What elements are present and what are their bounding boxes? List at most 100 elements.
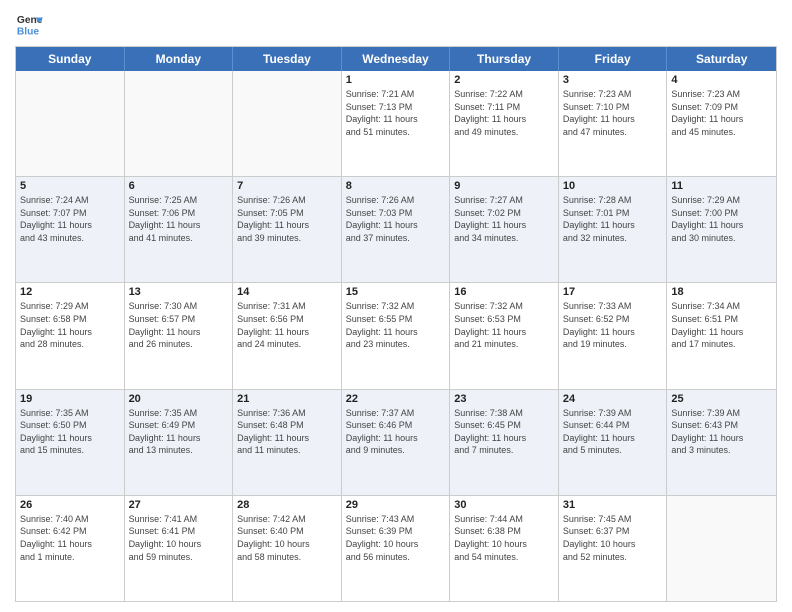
day-number: 16: [454, 286, 554, 298]
day-number: 4: [671, 74, 772, 86]
cal-cell-w1d2: 7 Sunrise: 7:26 AM Sunset: 7:05 PM Daylig…: [233, 177, 342, 282]
cal-cell-w3d0: 19Sunrise: 7:35 AM Sunset: 6:50 PM Dayli…: [16, 390, 125, 495]
cal-cell-w2d5: 17 Sunrise: 7:33 AM Sunset: 6:52 PM Dayli…: [559, 283, 668, 388]
day-number: 27: [129, 499, 229, 511]
day-number: 12: [20, 286, 120, 298]
day-number: 8: [346, 180, 446, 192]
day-number: 18: [671, 286, 772, 298]
day-number: 9: [454, 180, 554, 192]
cal-cell-w1d4: 9Sunrise: 7:27 AM Sunset: 7:02 PM Daylig…: [450, 177, 559, 282]
header-cell-wednesday: Wednesday: [342, 47, 451, 71]
cal-cell-w1d1: 6 Sunrise: 7:25 AM Sunset: 7:06 PM Daylig…: [125, 177, 234, 282]
day-info: Sunrise: 7:45 AM Sunset: 6:37 PM Dayligh…: [563, 513, 663, 563]
day-info: Sunrise: 7:31 AM Sunset: 6:56 PM Dayligh…: [237, 300, 337, 350]
day-number: 31: [563, 499, 663, 511]
cal-cell-w4d4: 30 Sunrise: 7:44 AM Sunset: 6:38 PM Dayli…: [450, 496, 559, 601]
cal-cell-w0d2: [233, 71, 342, 176]
week-row-3: 19Sunrise: 7:35 AM Sunset: 6:50 PM Dayli…: [16, 390, 776, 496]
cal-cell-w2d4: 16 Sunrise: 7:32 AM Sunset: 6:53 PM Dayli…: [450, 283, 559, 388]
day-number: 5: [20, 180, 120, 192]
cal-cell-w4d2: 28 Sunrise: 7:42 AM Sunset: 6:40 PM Dayli…: [233, 496, 342, 601]
page: General Blue SundayMondayTuesdayWednesda…: [0, 0, 792, 612]
day-info: Sunrise: 7:35 AM Sunset: 6:49 PM Dayligh…: [129, 407, 229, 457]
svg-text:Blue: Blue: [17, 26, 40, 37]
day-number: 25: [671, 393, 772, 405]
cal-cell-w4d1: 27Sunrise: 7:41 AM Sunset: 6:41 PM Dayli…: [125, 496, 234, 601]
cal-cell-w4d0: 26Sunrise: 7:40 AM Sunset: 6:42 PM Dayli…: [16, 496, 125, 601]
header-cell-thursday: Thursday: [450, 47, 559, 71]
day-number: 22: [346, 393, 446, 405]
week-row-2: 12Sunrise: 7:29 AM Sunset: 6:58 PM Dayli…: [16, 283, 776, 389]
cal-cell-w3d3: 22 Sunrise: 7:37 AM Sunset: 6:46 PM Dayli…: [342, 390, 451, 495]
day-info: Sunrise: 7:30 AM Sunset: 6:57 PM Dayligh…: [129, 300, 229, 350]
day-number: 1: [346, 74, 446, 86]
day-info: Sunrise: 7:37 AM Sunset: 6:46 PM Dayligh…: [346, 407, 446, 457]
day-info: Sunrise: 7:26 AM Sunset: 7:03 PM Dayligh…: [346, 194, 446, 244]
header-cell-friday: Friday: [559, 47, 668, 71]
logo: General Blue: [15, 10, 43, 38]
cal-cell-w4d6: [667, 496, 776, 601]
cal-cell-w1d5: 10 Sunrise: 7:28 AM Sunset: 7:01 PM Dayli…: [559, 177, 668, 282]
cal-cell-w4d5: 31 Sunrise: 7:45 AM Sunset: 6:37 PM Dayli…: [559, 496, 668, 601]
day-info: Sunrise: 7:36 AM Sunset: 6:48 PM Dayligh…: [237, 407, 337, 457]
header-cell-monday: Monday: [125, 47, 234, 71]
day-number: 21: [237, 393, 337, 405]
day-number: 13: [129, 286, 229, 298]
day-number: 24: [563, 393, 663, 405]
cal-cell-w0d4: 2Sunrise: 7:22 AM Sunset: 7:11 PM Daylig…: [450, 71, 559, 176]
day-info: Sunrise: 7:25 AM Sunset: 7:06 PM Dayligh…: [129, 194, 229, 244]
day-number: 7: [237, 180, 337, 192]
cal-cell-w3d2: 21 Sunrise: 7:36 AM Sunset: 6:48 PM Dayli…: [233, 390, 342, 495]
day-number: 10: [563, 180, 663, 192]
day-number: 29: [346, 499, 446, 511]
day-info: Sunrise: 7:43 AM Sunset: 6:39 PM Dayligh…: [346, 513, 446, 563]
day-info: Sunrise: 7:39 AM Sunset: 6:43 PM Dayligh…: [671, 407, 772, 457]
cal-cell-w0d6: 4 Sunrise: 7:23 AM Sunset: 7:09 PM Daylig…: [667, 71, 776, 176]
cal-cell-w2d3: 15 Sunrise: 7:32 AM Sunset: 6:55 PM Dayli…: [342, 283, 451, 388]
logo-icon: General Blue: [15, 10, 43, 38]
cal-cell-w1d6: 11 Sunrise: 7:29 AM Sunset: 7:00 PM Dayli…: [667, 177, 776, 282]
day-number: 14: [237, 286, 337, 298]
header-cell-tuesday: Tuesday: [233, 47, 342, 71]
cal-cell-w3d6: 25 Sunrise: 7:39 AM Sunset: 6:43 PM Dayli…: [667, 390, 776, 495]
cal-cell-w0d1: [125, 71, 234, 176]
day-info: Sunrise: 7:32 AM Sunset: 6:55 PM Dayligh…: [346, 300, 446, 350]
week-row-4: 26Sunrise: 7:40 AM Sunset: 6:42 PM Dayli…: [16, 496, 776, 601]
day-info: Sunrise: 7:44 AM Sunset: 6:38 PM Dayligh…: [454, 513, 554, 563]
day-number: 19: [20, 393, 120, 405]
cal-cell-w2d6: 18Sunrise: 7:34 AM Sunset: 6:51 PM Dayli…: [667, 283, 776, 388]
day-info: Sunrise: 7:42 AM Sunset: 6:40 PM Dayligh…: [237, 513, 337, 563]
day-number: 28: [237, 499, 337, 511]
cal-cell-w4d3: 29 Sunrise: 7:43 AM Sunset: 6:39 PM Dayli…: [342, 496, 451, 601]
day-info: Sunrise: 7:23 AM Sunset: 7:10 PM Dayligh…: [563, 88, 663, 138]
header: General Blue: [15, 10, 777, 38]
cal-cell-w0d3: 1Sunrise: 7:21 AM Sunset: 7:13 PM Daylig…: [342, 71, 451, 176]
day-info: Sunrise: 7:26 AM Sunset: 7:05 PM Dayligh…: [237, 194, 337, 244]
day-info: Sunrise: 7:29 AM Sunset: 7:00 PM Dayligh…: [671, 194, 772, 244]
day-info: Sunrise: 7:40 AM Sunset: 6:42 PM Dayligh…: [20, 513, 120, 563]
day-number: 2: [454, 74, 554, 86]
day-number: 6: [129, 180, 229, 192]
cal-cell-w3d4: 23Sunrise: 7:38 AM Sunset: 6:45 PM Dayli…: [450, 390, 559, 495]
calendar-body: 1Sunrise: 7:21 AM Sunset: 7:13 PM Daylig…: [16, 71, 776, 601]
day-info: Sunrise: 7:28 AM Sunset: 7:01 PM Dayligh…: [563, 194, 663, 244]
day-number: 17: [563, 286, 663, 298]
day-info: Sunrise: 7:32 AM Sunset: 6:53 PM Dayligh…: [454, 300, 554, 350]
week-row-1: 5Sunrise: 7:24 AM Sunset: 7:07 PM Daylig…: [16, 177, 776, 283]
day-number: 30: [454, 499, 554, 511]
day-number: 11: [671, 180, 772, 192]
header-cell-sunday: Sunday: [16, 47, 125, 71]
day-number: 23: [454, 393, 554, 405]
day-info: Sunrise: 7:23 AM Sunset: 7:09 PM Dayligh…: [671, 88, 772, 138]
cal-cell-w0d0: [16, 71, 125, 176]
calendar: SundayMondayTuesdayWednesdayThursdayFrid…: [15, 46, 777, 602]
cal-cell-w2d2: 14 Sunrise: 7:31 AM Sunset: 6:56 PM Dayli…: [233, 283, 342, 388]
day-number: 15: [346, 286, 446, 298]
cal-cell-w3d5: 24 Sunrise: 7:39 AM Sunset: 6:44 PM Dayli…: [559, 390, 668, 495]
cal-cell-w1d0: 5Sunrise: 7:24 AM Sunset: 7:07 PM Daylig…: [16, 177, 125, 282]
cal-cell-w1d3: 8 Sunrise: 7:26 AM Sunset: 7:03 PM Daylig…: [342, 177, 451, 282]
day-info: Sunrise: 7:39 AM Sunset: 6:44 PM Dayligh…: [563, 407, 663, 457]
day-number: 20: [129, 393, 229, 405]
week-row-0: 1Sunrise: 7:21 AM Sunset: 7:13 PM Daylig…: [16, 71, 776, 177]
day-info: Sunrise: 7:33 AM Sunset: 6:52 PM Dayligh…: [563, 300, 663, 350]
